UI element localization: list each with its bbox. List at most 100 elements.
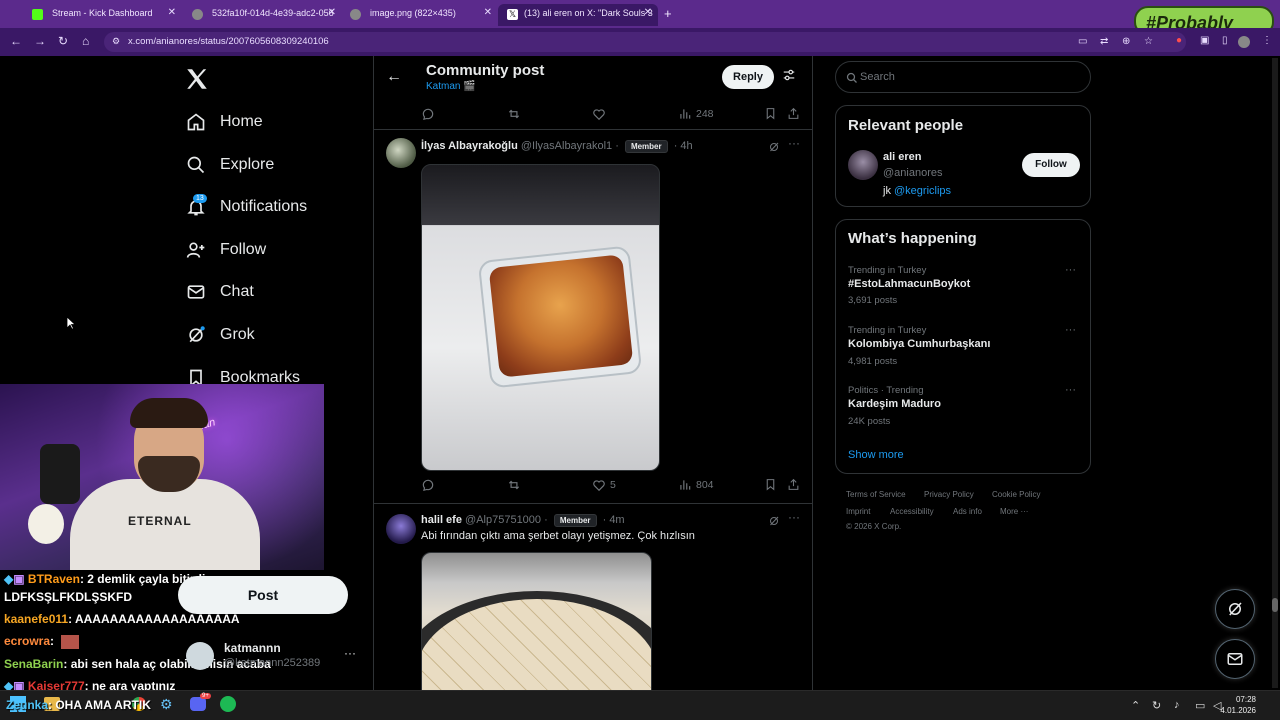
avatar[interactable]: [848, 150, 878, 180]
more-options-icon[interactable]: ···: [788, 136, 800, 150]
clock-date[interactable]: 4.01.2026: [1220, 706, 1256, 715]
bookmark-icon[interactable]: [764, 478, 781, 491]
translate-icon[interactable]: ⇄: [1100, 36, 1108, 47]
post-author[interactable]: İlyas Albayrakoğlu @IlyasAlbayrakol1 · M…: [421, 140, 693, 153]
trend-more-icon[interactable]: ···: [1065, 264, 1076, 276]
views-stat[interactable]: 248: [678, 107, 714, 121]
avatar[interactable]: [386, 138, 416, 168]
post[interactable]: İlyas Albayrakoğlu @IlyasAlbayrakol1 · M…: [374, 130, 812, 504]
search-box[interactable]: Search: [835, 61, 1091, 93]
site-info-icon[interactable]: ⚙: [112, 36, 120, 47]
bio-mention-link[interactable]: @kegriclips: [894, 185, 951, 197]
address-bar[interactable]: ⚙ x.com/anianores/status/200760560830924…: [104, 32, 1186, 52]
home-icon[interactable]: ⌂: [82, 34, 89, 48]
mic-icon[interactable]: ♪: [1174, 699, 1180, 711]
grok-explain-icon[interactable]: [768, 514, 780, 532]
tab-x-post[interactable]: 𝕏 (13) ali eren on X: "Dark Souls 3 ✕: [498, 4, 658, 26]
trend-name[interactable]: Kolombiya Cumhurbaşkanı: [848, 338, 990, 350]
post-image-baklava[interactable]: [421, 552, 652, 690]
close-icon[interactable]: ✕: [644, 7, 652, 18]
reply-icon[interactable]: [421, 107, 439, 121]
post-image-lasagna[interactable]: [421, 164, 660, 471]
sync-icon[interactable]: ↻: [1152, 699, 1161, 712]
new-tab-button[interactable]: +: [664, 6, 672, 21]
author-handle[interactable]: @IlyasAlbayrakol1: [521, 140, 612, 152]
footer-cookie-link[interactable]: Cookie Policy: [992, 490, 1040, 499]
messages-fab[interactable]: [1215, 639, 1255, 679]
zoom-icon[interactable]: ⊕: [1122, 36, 1130, 47]
repost-icon[interactable]: [507, 107, 525, 121]
trend-more-icon[interactable]: ···: [1065, 384, 1076, 396]
discord-icon[interactable]: [190, 697, 206, 711]
x-logo-icon[interactable]: [184, 66, 210, 92]
close-icon[interactable]: ✕: [328, 7, 336, 18]
reload-icon[interactable]: ↻: [58, 34, 68, 48]
account-menu-dots-icon[interactable]: ···: [344, 646, 356, 660]
nav-grok[interactable]: Grok: [186, 320, 255, 350]
follow-button[interactable]: Follow: [1022, 153, 1080, 177]
tray-overflow-icon[interactable]: ⌃: [1131, 699, 1140, 712]
steam-icon[interactable]: ⚙: [160, 696, 173, 713]
share-icon[interactable]: [787, 107, 804, 120]
footer-accessibility-link[interactable]: Accessibility: [890, 507, 934, 516]
author-handle[interactable]: @Alp75751000: [465, 514, 541, 526]
footer-imprint-link[interactable]: Imprint: [846, 507, 870, 516]
spotify-icon[interactable]: [220, 696, 236, 712]
trend-name[interactable]: #EstoLahmacunBoykot: [848, 278, 970, 290]
cast-icon[interactable]: ▭: [1078, 36, 1087, 47]
filter-icon[interactable]: [782, 68, 796, 87]
sidebar-icon[interactable]: ▯: [1222, 35, 1228, 46]
author-name[interactable]: İlyas Albayrakoğlu: [421, 140, 518, 152]
back-arrow-icon[interactable]: ←: [10, 34, 22, 48]
share-icon[interactable]: [787, 478, 804, 491]
footer-privacy-link[interactable]: Privacy Policy: [924, 490, 974, 499]
person-name[interactable]: ali eren: [883, 151, 922, 163]
menu-dots-icon[interactable]: ⋮: [1262, 35, 1272, 46]
page-scrollbar[interactable]: [1272, 58, 1278, 688]
post-time[interactable]: · 4h: [674, 140, 693, 152]
grok-explain-icon[interactable]: [768, 140, 780, 158]
nav-explore[interactable]: Explore: [186, 150, 274, 180]
like-icon[interactable]: [592, 107, 610, 121]
views-stat[interactable]: 804: [678, 478, 714, 492]
close-icon[interactable]: ✕: [168, 7, 176, 18]
bookmark-icon[interactable]: [764, 107, 781, 120]
nav-home[interactable]: Home: [186, 107, 263, 137]
post-button[interactable]: Post: [178, 576, 348, 614]
extension-icon[interactable]: ●: [1176, 35, 1182, 46]
footer-more-link[interactable]: More ···: [1000, 507, 1028, 516]
person-handle[interactable]: @anianores: [883, 167, 942, 179]
tab-kick-dashboard[interactable]: Stream - Kick Dashboard ✕: [22, 4, 182, 26]
nav-follow[interactable]: Follow: [186, 235, 266, 265]
avatar[interactable]: [386, 514, 416, 544]
show-more-link[interactable]: Show more: [848, 449, 904, 461]
clock-time[interactable]: 07:28: [1236, 695, 1256, 704]
back-arrow-icon[interactable]: ←: [386, 68, 402, 86]
trend-more-icon[interactable]: ···: [1065, 324, 1076, 336]
reply-button[interactable]: Reply: [722, 65, 774, 89]
tab-image[interactable]: image.png (822×435) ✕: [340, 4, 498, 26]
account-avatar[interactable]: [186, 642, 214, 670]
footer-ads-info-link[interactable]: Ads info: [953, 507, 982, 516]
author-name[interactable]: halil efe: [421, 514, 462, 526]
reply-icon[interactable]: [421, 478, 439, 492]
repost-icon[interactable]: [507, 478, 525, 492]
search-input[interactable]: Search: [860, 71, 895, 83]
scrollbar-thumb[interactable]: [1272, 598, 1278, 612]
star-icon[interactable]: ☆: [1144, 36, 1153, 47]
monitor-icon[interactable]: ▭: [1195, 699, 1205, 712]
grok-fab[interactable]: [1215, 589, 1255, 629]
post[interactable]: halil efe @Alp75751000 · Member · 4m ···…: [374, 504, 812, 690]
nav-chat[interactable]: Chat: [186, 277, 254, 307]
extensions-puzzle-icon[interactable]: ▣: [1200, 35, 1209, 46]
trend-name[interactable]: Kardeşim Maduro: [848, 398, 941, 410]
tab-uuid[interactable]: 532fa10f-014d-4e39-adc2-056 ✕: [182, 4, 342, 26]
like-stat[interactable]: 5: [592, 478, 616, 492]
profile-avatar[interactable]: [1238, 36, 1250, 48]
post-author[interactable]: halil efe @Alp75751000 · Member · 4m: [421, 514, 625, 527]
footer-terms-link[interactable]: Terms of Service: [846, 490, 906, 499]
forward-arrow-icon[interactable]: →: [34, 34, 46, 48]
more-options-icon[interactable]: ···: [788, 510, 800, 524]
community-name[interactable]: Katman 🎬: [426, 81, 476, 92]
post-time[interactable]: · 4m: [603, 514, 625, 526]
